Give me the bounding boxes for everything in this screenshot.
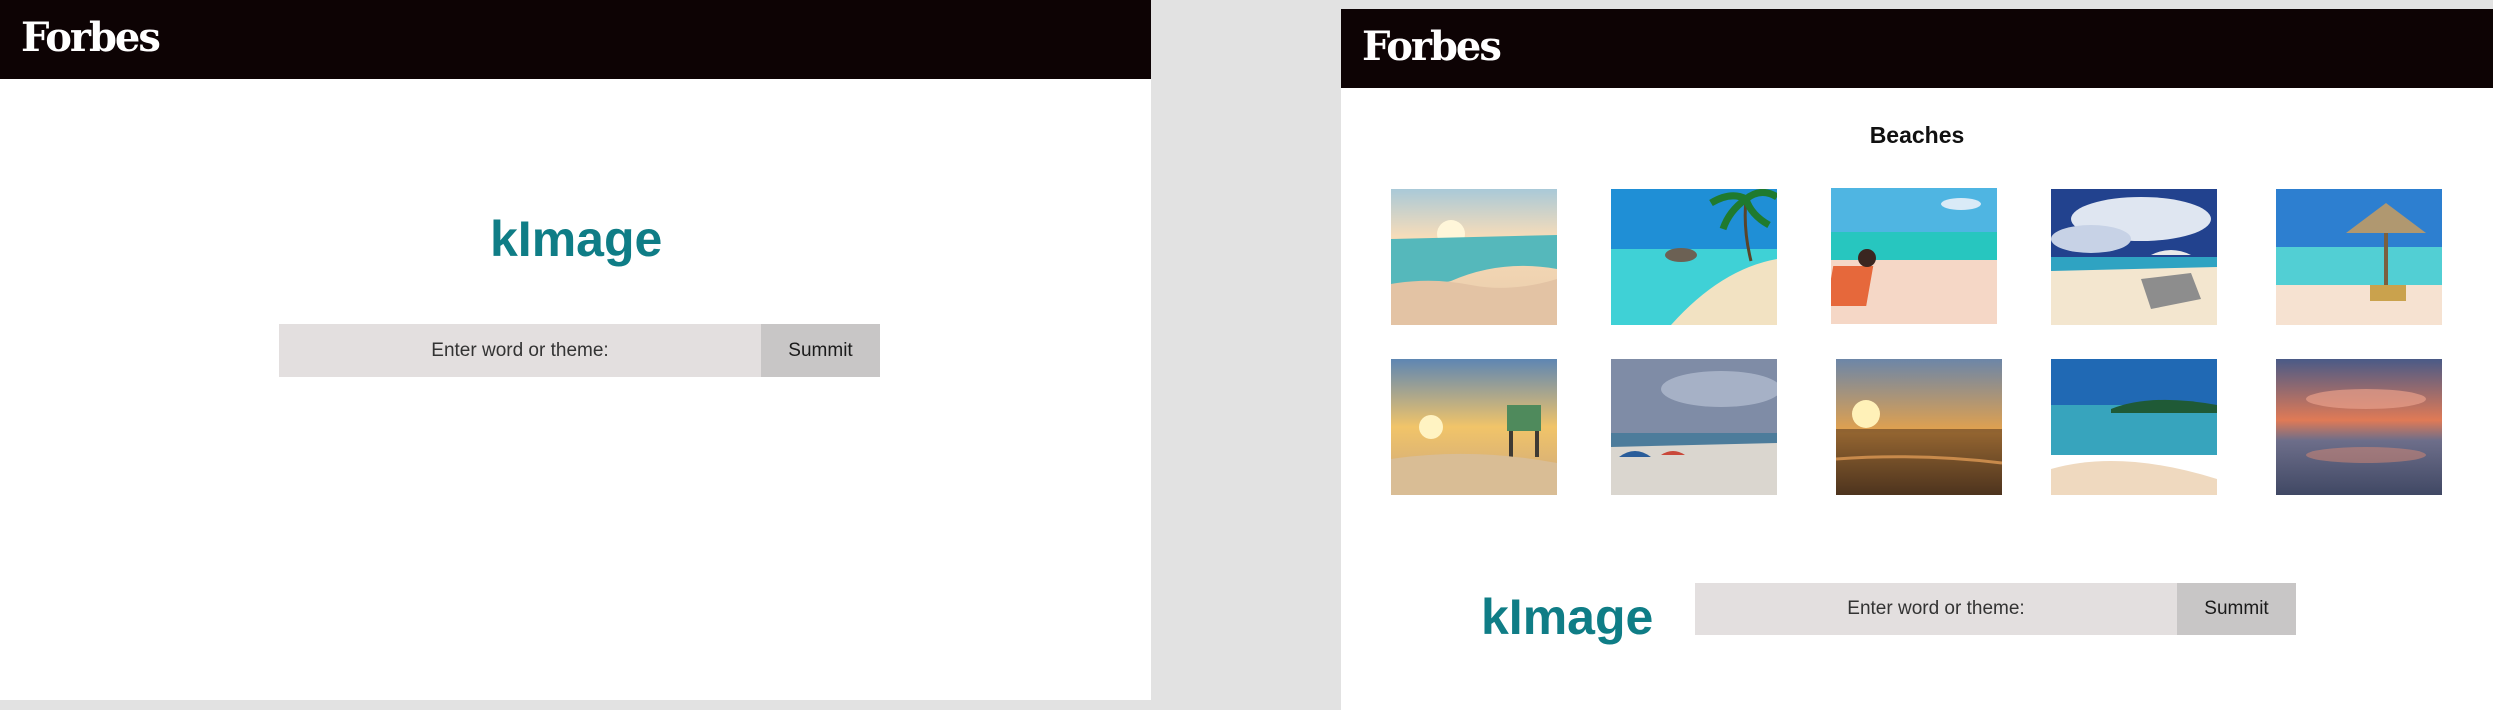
ocean-sunset-photo[interactable] [1836,359,2002,495]
gallery-title: Beaches [1869,122,1965,148]
tropical-beach-palms-photo[interactable] [1611,189,1777,325]
kimage-brand-title: kImage [1481,589,1654,645]
search-input[interactable] [1695,583,2177,635]
kimage-brand-title: kImage [490,211,663,267]
reflective-sunset-beach-photo[interactable] [2276,359,2442,495]
beach-sunrise-waves-photo[interactable] [1391,189,1557,325]
thatched-umbrella-beach-photo[interactable] [2276,189,2442,325]
forbes-logo[interactable]: Forbes [21,13,161,63]
header-bar: Forbes [0,0,1151,79]
search-input[interactable] [279,324,761,377]
submit-button[interactable]: Summit [761,324,880,377]
forbes-logo[interactable]: Forbes [1362,22,1502,72]
woman-in-beach-chair-photo[interactable] [1831,188,1997,324]
header-bar: Forbes [1341,9,2493,88]
results-page-screen: Forbes Beaches kImage Enter word or them… [1341,9,2493,710]
palm-island-shore-photo[interactable] [2051,359,2217,495]
submit-button[interactable]: Summit [2177,583,2296,635]
crowded-beach-umbrellas-photo[interactable] [1611,359,1777,495]
lifeguard-tower-sunset-photo[interactable] [1391,359,1557,495]
beach-loungers-clouds-photo[interactable] [2051,189,2217,325]
search-page-screen: Forbes kImage Summit [0,0,1151,700]
